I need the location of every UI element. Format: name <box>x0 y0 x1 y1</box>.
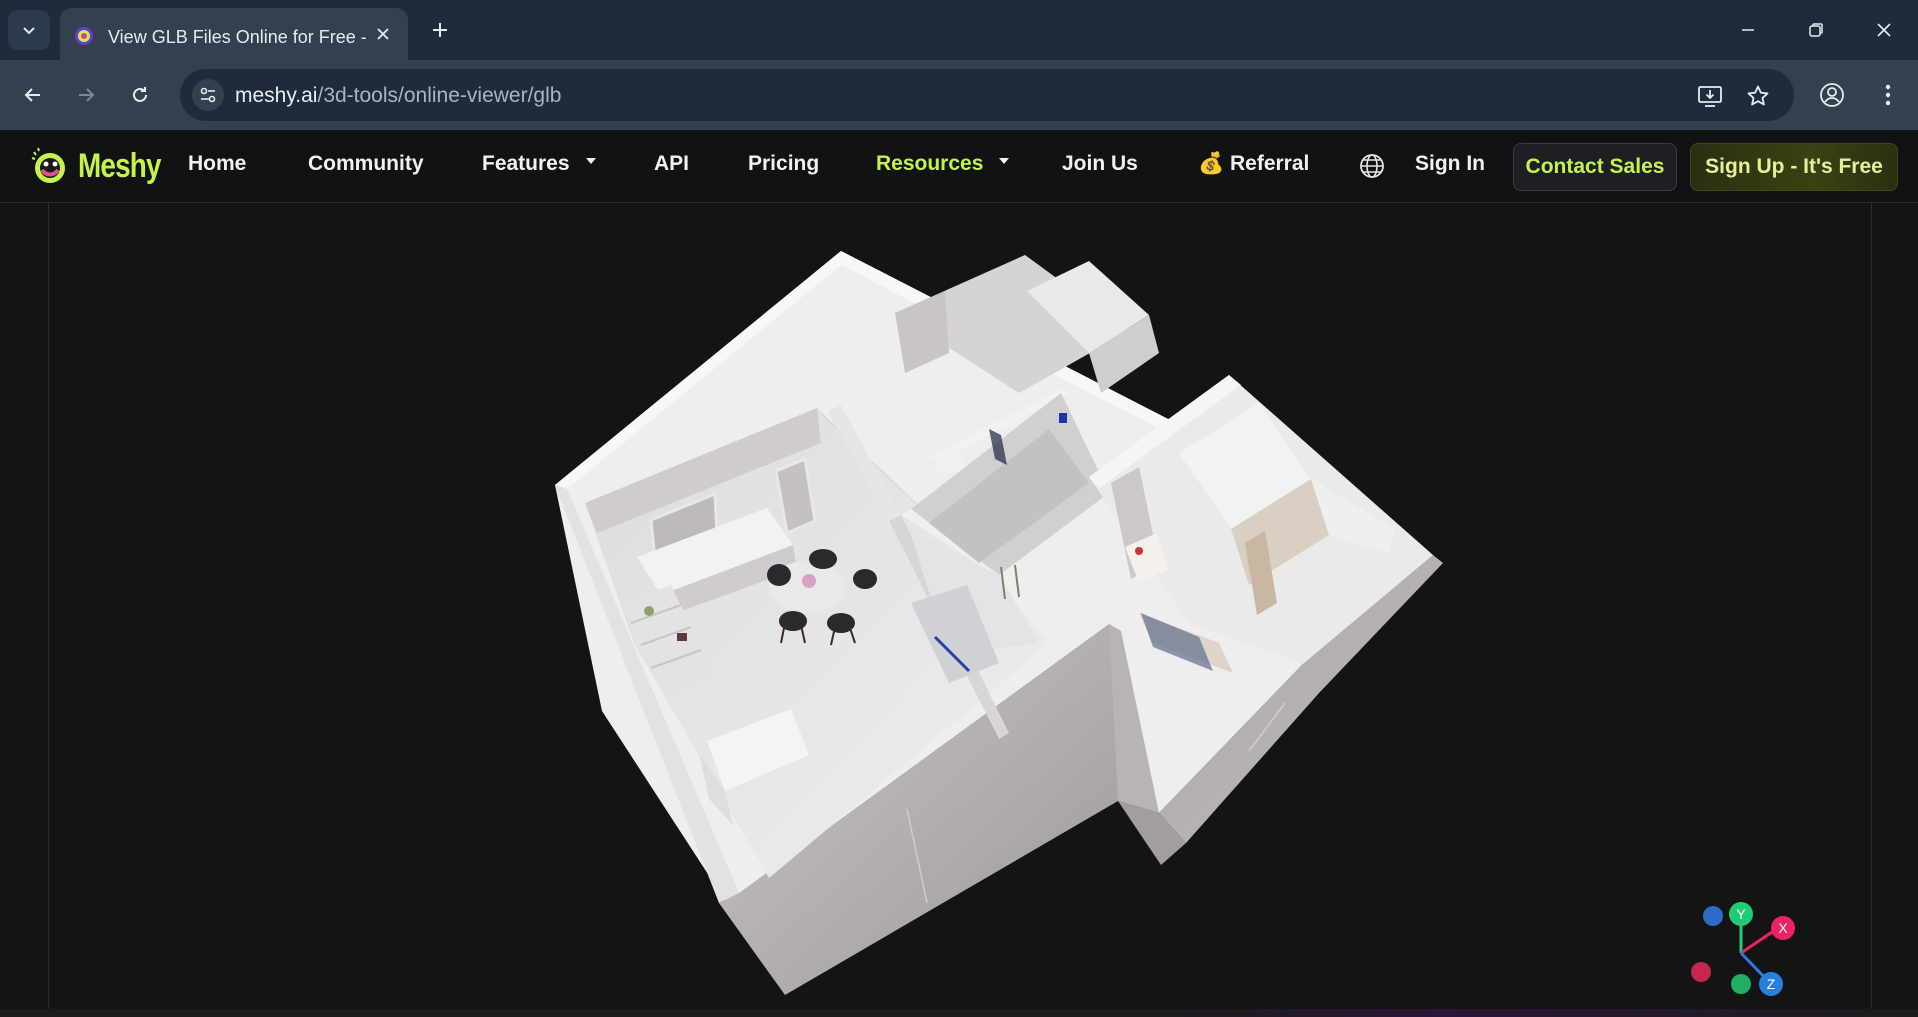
plus-icon <box>433 23 447 37</box>
meshy-logo-icon <box>31 147 65 183</box>
browser-tab-active[interactable]: View GLB Files Online for Free - <box>60 8 408 60</box>
reload-icon <box>133 87 147 102</box>
arrow-left-icon <box>24 88 40 102</box>
nav-join-us[interactable]: Join Us <box>1062 152 1138 176</box>
account-icon <box>1820 83 1844 107</box>
close-icon <box>1877 23 1891 37</box>
browser-toolbar: meshy.ai/3d-tools/online-viewer/glb <box>0 60 1918 130</box>
nav-features[interactable]: Features <box>482 152 596 176</box>
install-desktop-icon <box>1698 86 1722 107</box>
axis-gizmo[interactable]: Y X Z <box>1689 898 1819 1008</box>
nav-home[interactable]: Home <box>188 152 246 176</box>
neg-y-handle[interactable] <box>1731 974 1751 994</box>
site-header: Meshy Home Community Features API Pricin… <box>0 130 1918 203</box>
nav-api[interactable]: API <box>654 152 689 176</box>
profile-button[interactable] <box>1814 77 1850 113</box>
tab-title: View GLB Files Online for Free - <box>108 27 366 47</box>
minimize-button[interactable] <box>1726 10 1770 50</box>
restore-icon <box>1809 23 1823 37</box>
tune-icon <box>200 87 216 103</box>
neg-z-handle[interactable] <box>1703 906 1723 926</box>
star-icon <box>1747 85 1769 106</box>
arrow-right-icon <box>79 88 95 102</box>
back-button[interactable] <box>15 77 51 113</box>
install-app-button[interactable] <box>1695 81 1725 111</box>
nav-resources-label: Resources <box>876 152 984 175</box>
nav-referral[interactable]: 💰 Referral <box>1198 152 1309 176</box>
close-icon <box>377 28 389 40</box>
globe-icon <box>1360 154 1384 178</box>
nav-resources[interactable]: Resources <box>876 152 1010 176</box>
meshy-logo[interactable]: Meshy <box>28 144 179 188</box>
glb-viewer-canvas[interactable]: Y X Z <box>48 203 1872 1009</box>
more-vertical-icon <box>1885 84 1891 106</box>
address-bar[interactable]: meshy.ai/3d-tools/online-viewer/glb <box>180 69 1794 121</box>
chevron-down-icon <box>23 27 35 35</box>
browser-tab-bar: View GLB Files Online for Free - <box>0 0 1918 60</box>
contact-sales-button[interactable]: Contact Sales <box>1513 143 1677 191</box>
site-info-button[interactable] <box>192 79 224 111</box>
language-button[interactable] <box>1358 152 1386 180</box>
reload-button[interactable] <box>122 77 158 113</box>
url-domain: meshy.ai <box>235 84 318 107</box>
url-path: /3d-tools/online-viewer/glb <box>317 84 562 107</box>
nav-community[interactable]: Community <box>308 152 424 176</box>
nav-sign-in[interactable]: Sign In <box>1415 152 1485 176</box>
neg-x-handle[interactable] <box>1691 962 1711 982</box>
restore-button[interactable] <box>1794 10 1838 50</box>
url-text: meshy.ai/3d-tools/online-viewer/glb <box>235 84 561 108</box>
meshy-favicon-icon <box>75 27 93 45</box>
sign-up-button[interactable]: Sign Up - It's Free <box>1690 143 1898 191</box>
apartment-3d-model <box>555 251 1443 995</box>
close-window-button[interactable] <box>1862 10 1906 50</box>
forward-button[interactable] <box>68 77 104 113</box>
logo-text: Meshy <box>78 146 161 185</box>
new-tab-button[interactable] <box>424 14 456 46</box>
z-axis-label: Z <box>1767 976 1776 992</box>
minimize-icon <box>1742 29 1754 31</box>
nav-pricing[interactable]: Pricing <box>748 152 819 176</box>
bookmark-button[interactable] <box>1743 81 1773 111</box>
browser-menu-button[interactable] <box>1870 77 1906 113</box>
caret-down-icon <box>585 158 596 165</box>
nav-features-label: Features <box>482 152 570 175</box>
tab-search-button[interactable] <box>8 10 50 50</box>
tab-close-button[interactable] <box>372 23 394 45</box>
caret-down-icon <box>999 158 1010 165</box>
y-axis-label: Y <box>1736 906 1746 922</box>
x-axis-label: X <box>1778 920 1788 936</box>
page-bottom-edge <box>0 1009 1918 1017</box>
